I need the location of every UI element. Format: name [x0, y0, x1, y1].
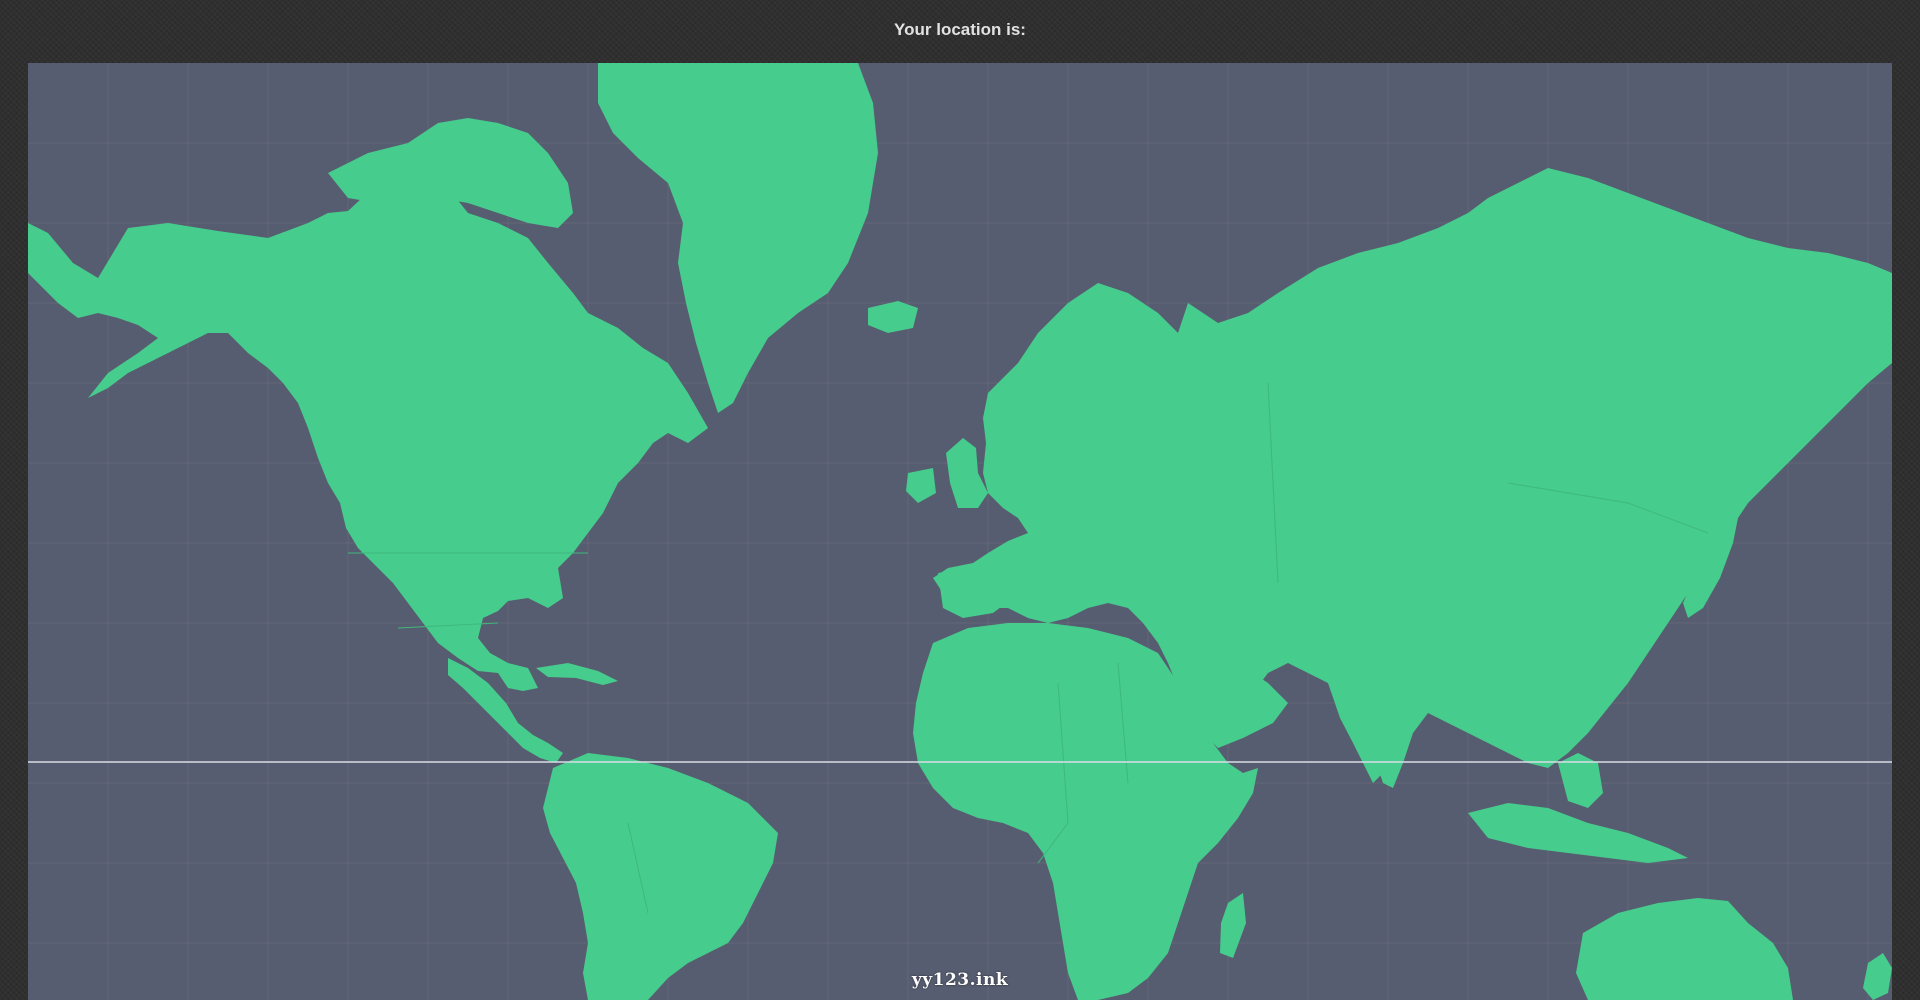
- watermark-text: yy123.ink: [911, 970, 1009, 990]
- world-map-svg[interactable]: [28, 63, 1892, 1000]
- location-title: Your location is:: [894, 20, 1026, 39]
- page-header: Your location is:: [0, 0, 1920, 62]
- world-map[interactable]: [28, 63, 1892, 1000]
